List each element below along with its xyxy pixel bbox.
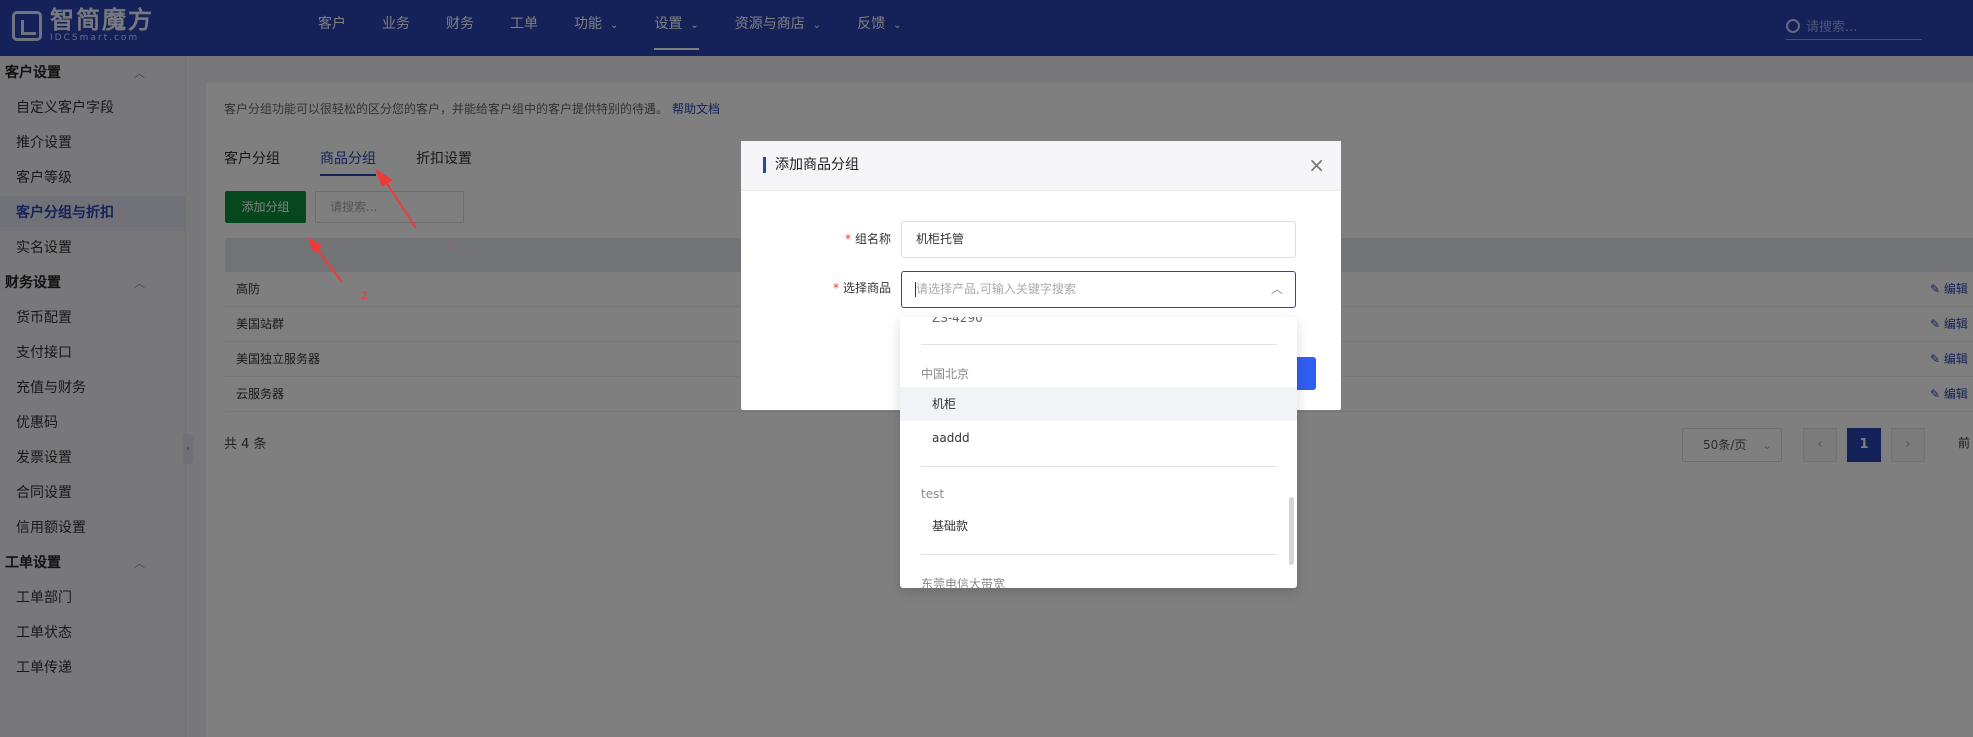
annotation-label-1: 1 (448, 241, 454, 253)
dropdown-option[interactable]: ZS-4290 (932, 317, 983, 325)
product-dropdown: ZS-4290 中国北京 机柜 aaddd test 基础款 东莞电信大带宽 (900, 317, 1297, 588)
annotation-arrow-1: 1 (375, 168, 454, 253)
dropdown-scrollbar[interactable] (1289, 497, 1294, 565)
select-product-label: * 选择商品 (832, 281, 891, 295)
chevron-up-icon: ︿ (1270, 282, 1283, 296)
dropdown-group-title: 中国北京 (921, 367, 970, 381)
group-name-input[interactable]: 机柜托管 (901, 221, 1296, 258)
text-caret (915, 282, 916, 297)
dropdown-group-title: 东莞电信大带宽 (921, 577, 1006, 588)
dropdown-group-title: test (921, 487, 945, 501)
close-icon[interactable]: × (1308, 153, 1325, 177)
annotation-arrow-2: 2 (306, 236, 367, 302)
dropdown-divider (921, 344, 1277, 345)
product-select-input[interactable]: 请选择产品,可输入关键字搜索 ︿ (901, 271, 1296, 308)
dropdown-option[interactable]: 基础款 (900, 509, 1297, 543)
dropdown-option[interactable]: 机柜 (900, 387, 1297, 421)
dropdown-divider (921, 554, 1277, 555)
dropdown-divider (921, 466, 1277, 467)
modal-title: 添加商品分组 (763, 157, 859, 173)
annotation-label-2: 2 (361, 290, 367, 302)
group-name-label: * 组名称 (844, 232, 891, 246)
confirm-button[interactable] (1294, 357, 1316, 390)
dropdown-option[interactable]: aaddd (900, 421, 1297, 455)
